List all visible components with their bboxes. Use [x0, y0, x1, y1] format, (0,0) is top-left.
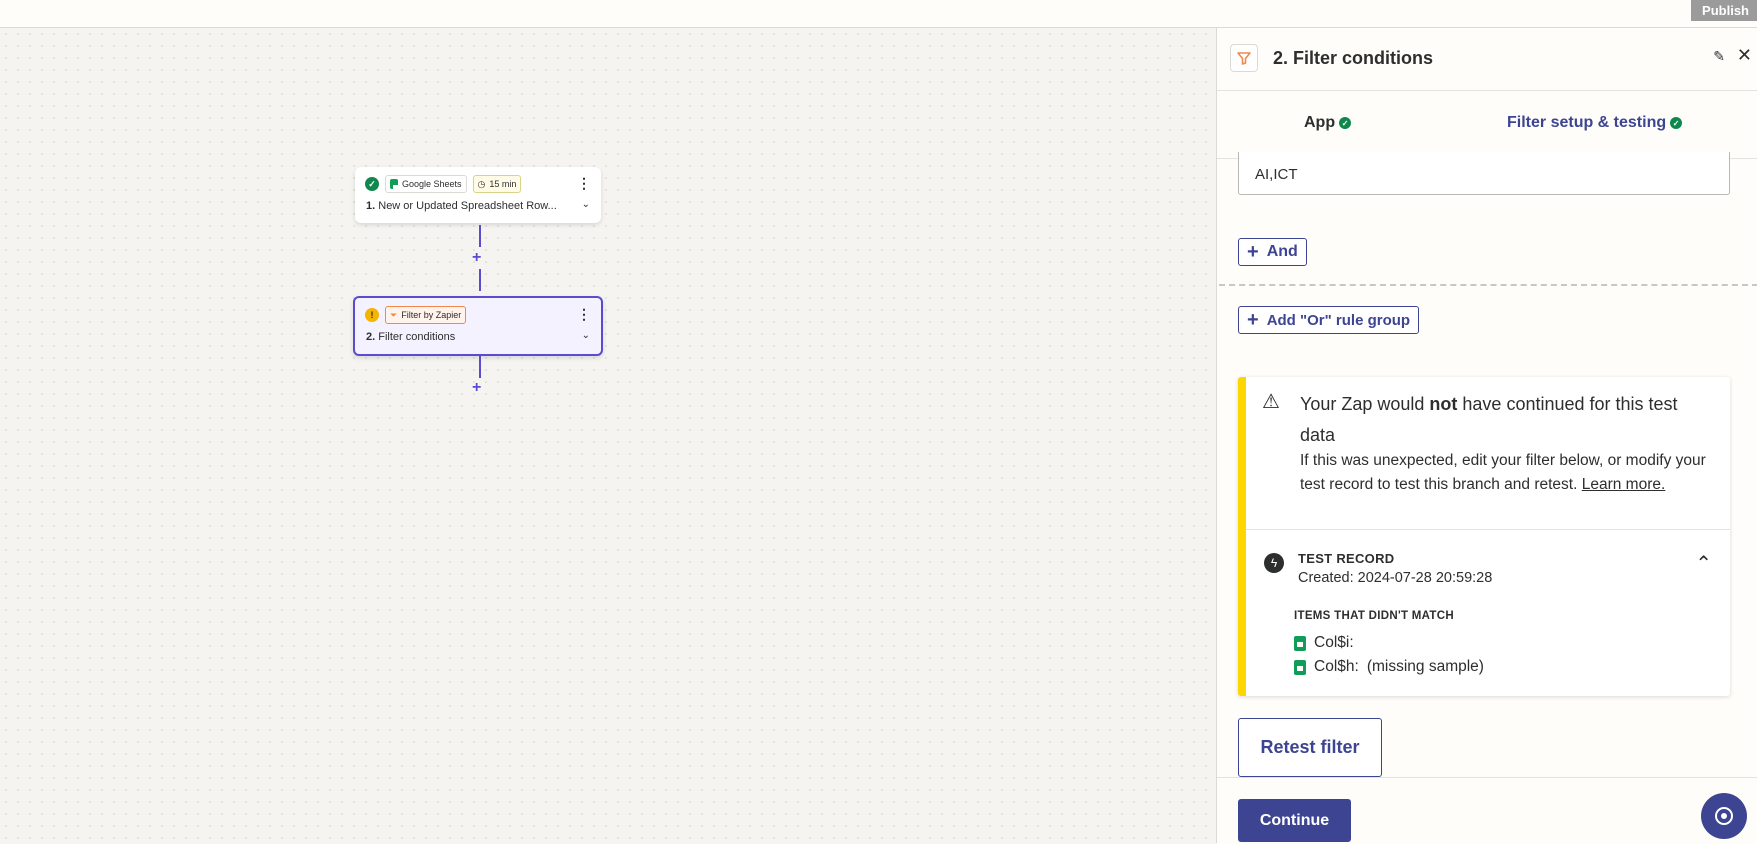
google-sheets-icon — [1294, 635, 1306, 651]
retest-filter-button[interactable]: Retest filter — [1238, 718, 1382, 777]
add-step-button[interactable]: + — [472, 379, 481, 397]
poll-interval-badge: ◷ 15 min — [472, 175, 522, 193]
plus-icon: + — [1247, 240, 1259, 263]
warning-triangle-icon: ⚠ — [1262, 391, 1280, 413]
google-sheets-icon — [390, 179, 399, 190]
list-item: Col$h: (missing sample) — [1294, 658, 1484, 676]
filter-icon: ⏷ — [390, 309, 398, 320]
clock-icon: ◷ — [477, 178, 486, 189]
check-icon: ✓ — [365, 177, 379, 191]
step-node-1[interactable]: ✓ Google Sheets ◷ 15 min ⋮ 1. New or Upd… — [355, 167, 601, 223]
workflow-canvas[interactable]: ✓ Google Sheets ◷ 15 min ⋮ 1. New or Upd… — [0, 28, 1216, 843]
panel-tabs: App ✓ Filter setup & testing ✓ — [1217, 90, 1757, 159]
app-chip: Google Sheets — [385, 175, 467, 193]
panel-header: 2. Filter conditions ✎ ✕ — [1217, 28, 1757, 91]
step-title: 2. Filter conditions — [366, 331, 456, 343]
tab-filter-setup[interactable]: Filter setup & testing ✓ — [1507, 114, 1683, 132]
edit-pencil-icon[interactable]: ✎ — [1713, 48, 1725, 65]
continue-button[interactable]: Continue — [1238, 799, 1351, 842]
chevron-down-icon[interactable]: ⌄ — [582, 199, 590, 210]
connector-line — [479, 356, 481, 378]
items-label: ITEMS THAT DIDN'T MATCH — [1294, 610, 1454, 622]
lightning-icon: ϟ — [1264, 553, 1284, 573]
add-step-button[interactable]: + — [472, 249, 481, 267]
panel-title: 2. Filter conditions — [1273, 48, 1434, 68]
learn-more-link[interactable]: Learn more. — [1582, 476, 1666, 493]
app-name: Filter by Zapier — [401, 310, 462, 320]
list-item: Col$i: — [1294, 634, 1362, 652]
close-icon[interactable]: ✕ — [1737, 45, 1752, 66]
google-sheets-icon — [1294, 659, 1306, 675]
add-and-rule-button[interactable]: + And — [1238, 238, 1307, 266]
alert-description: If this was unexpected, edit your filter… — [1300, 452, 1706, 493]
step-title: 1. New or Updated Spreadsheet Row... — [366, 200, 557, 212]
check-icon: ✓ — [1339, 117, 1352, 129]
chevron-down-icon[interactable]: ⌄ — [582, 330, 590, 341]
alert-title: Your Zap would not have continued for th… — [1300, 394, 1678, 445]
publish-button[interactable]: Publish — [1691, 0, 1757, 21]
add-or-rule-group-button[interactable]: + Add "Or" rule group — [1238, 306, 1420, 334]
top-bar: Publish — [0, 0, 1757, 28]
help-icon[interactable] — [1701, 793, 1747, 839]
plus-icon: + — [1247, 308, 1259, 331]
connector-line — [479, 225, 481, 247]
warning-icon: ! — [365, 308, 379, 322]
app-chip: ⏷ Filter by Zapier — [385, 306, 467, 324]
connector-line — [479, 269, 481, 291]
more-options-icon[interactable]: ⋮ — [577, 175, 591, 192]
divider — [1219, 284, 1757, 286]
more-options-icon[interactable]: ⋮ — [577, 306, 591, 323]
divider — [1246, 529, 1730, 530]
tab-app[interactable]: App ✓ — [1304, 114, 1352, 132]
test-record-created: Created: 2024-07-28 20:59:28 — [1298, 570, 1493, 586]
test-record-title: TEST RECORD — [1298, 551, 1395, 566]
step-editor-panel: 2. Filter conditions ✎ ✕ App ✓ Filter se… — [1216, 28, 1757, 844]
chevron-up-icon[interactable]: ⌃ — [1695, 551, 1712, 576]
check-icon: ✓ — [1670, 117, 1683, 129]
test-result-alert: ⚠ Your Zap would not have continued for … — [1238, 377, 1730, 696]
filter-icon — [1230, 44, 1258, 72]
app-name: Google Sheets — [402, 179, 462, 189]
step-node-2[interactable]: ! ⏷ Filter by Zapier ⋮ 2. Filter conditi… — [353, 296, 603, 356]
value-input[interactable]: AI,ICT — [1238, 152, 1730, 195]
panel-footer: Continue — [1217, 777, 1757, 844]
